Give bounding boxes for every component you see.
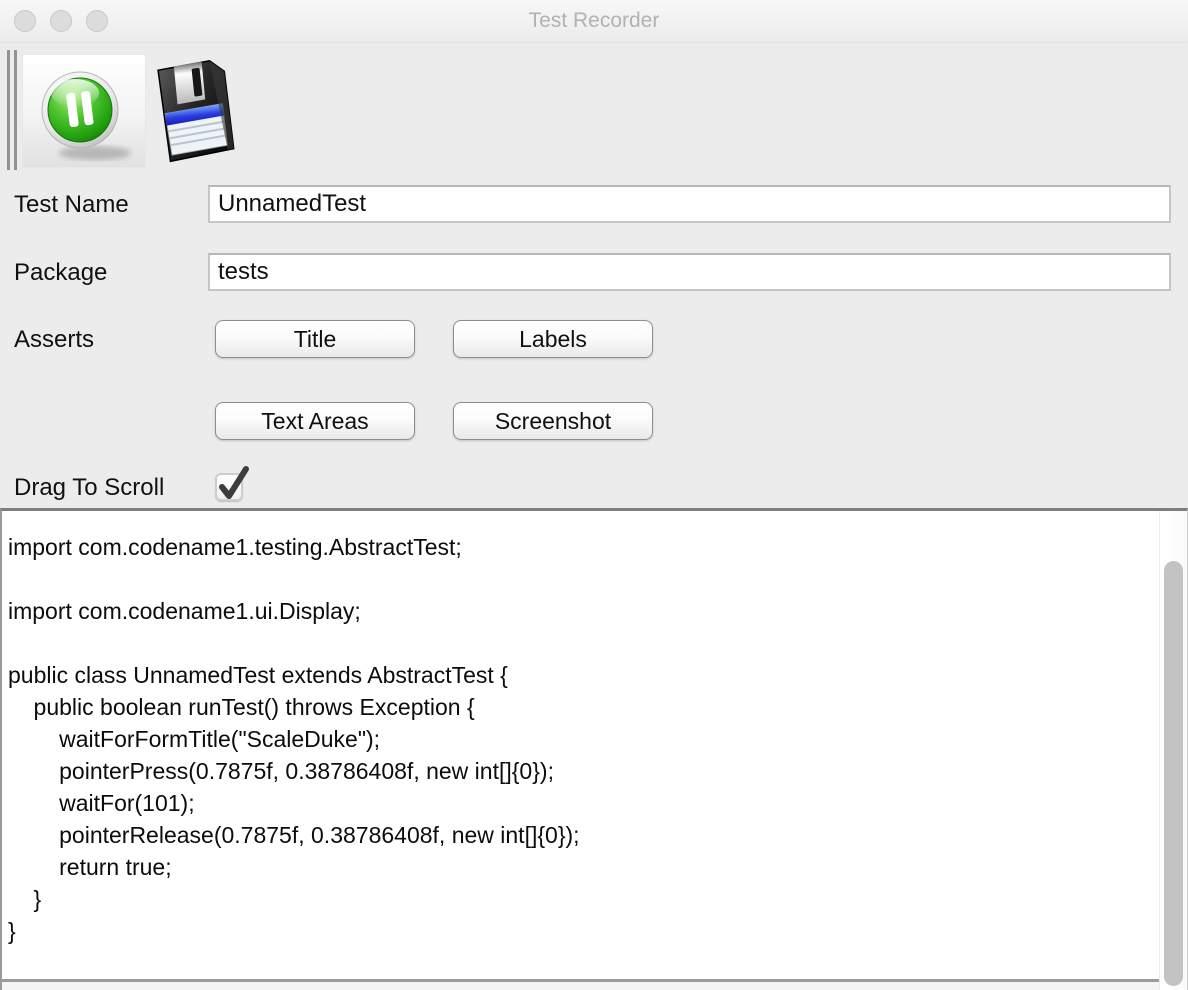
assert-title-button[interactable]: Title bbox=[215, 320, 415, 358]
package-input[interactable] bbox=[208, 253, 1171, 291]
generated-code-pane: import com.codename1.testing.AbstractTes… bbox=[0, 508, 1188, 990]
drag-to-scroll-label: Drag To Scroll bbox=[14, 474, 164, 502]
titlebar: Test Recorder bbox=[0, 0, 1188, 43]
save-icon bbox=[151, 154, 241, 169]
vertical-scrollbar-track[interactable] bbox=[1159, 511, 1187, 990]
test-name-input[interactable] bbox=[208, 185, 1171, 223]
checkmark-icon bbox=[215, 463, 253, 508]
assert-screenshot-button[interactable]: Screenshot bbox=[453, 402, 653, 440]
window-title: Test Recorder bbox=[0, 0, 1188, 42]
horizontal-scrollbar-track[interactable] bbox=[2, 982, 1160, 990]
generated-code-text[interactable]: import com.codename1.testing.AbstractTes… bbox=[2, 511, 1187, 947]
pause-icon bbox=[23, 155, 145, 170]
asserts-label: Asserts bbox=[14, 326, 94, 354]
pause-recording-button[interactable] bbox=[22, 54, 146, 168]
drag-to-scroll-checkbox[interactable] bbox=[215, 473, 243, 501]
save-test-button[interactable] bbox=[150, 56, 242, 168]
test-name-label: Test Name bbox=[14, 191, 129, 219]
toolbar-drag-grip[interactable] bbox=[7, 50, 10, 170]
test-recorder-window: Test Recorder bbox=[0, 0, 1188, 990]
assert-labels-button[interactable]: Labels bbox=[453, 320, 653, 358]
assert-text-areas-button[interactable]: Text Areas bbox=[215, 402, 415, 440]
package-label: Package bbox=[14, 259, 107, 287]
vertical-scrollbar-thumb[interactable] bbox=[1164, 561, 1183, 986]
